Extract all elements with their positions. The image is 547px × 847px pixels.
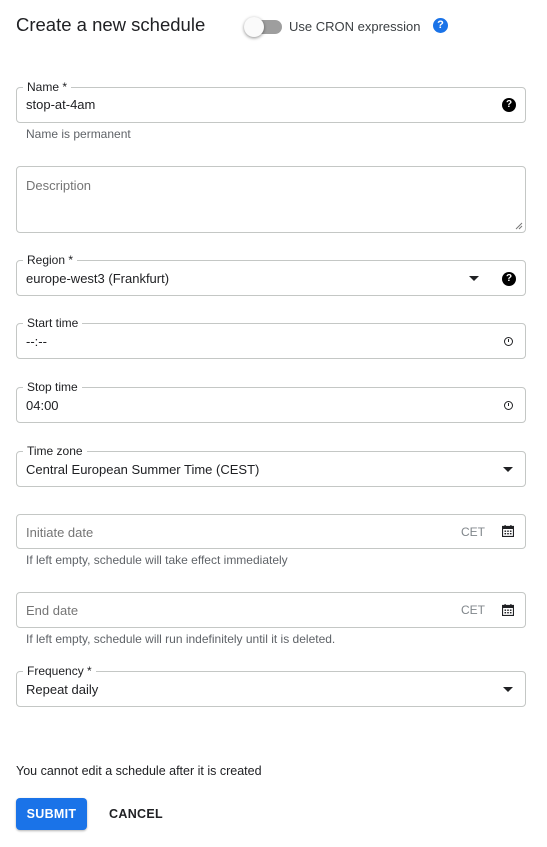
description-field[interactable]: Description	[16, 166, 526, 233]
name-help-icon[interactable]: ?	[502, 98, 516, 112]
region-label: Region *	[23, 252, 78, 268]
start-time-value: --:--	[26, 334, 47, 349]
time-zone-label: Time zone	[23, 443, 87, 459]
clock-icon[interactable]	[504, 401, 513, 410]
chevron-down-icon[interactable]	[469, 276, 479, 281]
stop-time-label: Stop time	[23, 379, 82, 395]
stop-time-field[interactable]: Stop time 04:00	[16, 379, 526, 423]
help-icon[interactable]: ?	[433, 18, 448, 33]
time-zone-select[interactable]: Time zone Central European Summer Time (…	[16, 443, 526, 487]
page-title: Create a new schedule	[16, 14, 206, 35]
initiate-date-timezone-suffix: CET	[461, 525, 485, 539]
toggle-knob	[244, 17, 264, 37]
start-time-label: Start time	[23, 315, 83, 331]
edit-warning-note: You cannot edit a schedule after it is c…	[16, 764, 262, 778]
name-value: stop-at-4am	[26, 97, 96, 112]
cron-toggle[interactable]	[244, 17, 282, 37]
cancel-button[interactable]: CANCEL	[100, 798, 172, 830]
start-time-field[interactable]: Start time --:--	[16, 315, 526, 359]
clock-icon[interactable]	[504, 337, 513, 346]
initiate-date-placeholder: Initiate date	[26, 525, 94, 540]
region-value: europe-west3 (Frankfurt)	[26, 271, 170, 286]
time-zone-value: Central European Summer Time (CEST)	[26, 462, 260, 477]
end-date-timezone-suffix: CET	[461, 603, 485, 617]
name-hint: Name is permanent	[26, 127, 131, 141]
stop-time-value: 04:00	[26, 398, 59, 413]
end-date-field[interactable]: End date CET	[16, 592, 526, 628]
initiate-date-field[interactable]: Initiate date CET	[16, 514, 526, 549]
chevron-down-icon[interactable]	[503, 467, 513, 472]
frequency-value: Repeat daily	[26, 682, 99, 697]
name-field[interactable]: Name * stop-at-4am ?	[16, 79, 526, 123]
frequency-label: Frequency *	[23, 663, 96, 679]
calendar-icon[interactable]	[502, 525, 514, 537]
submit-button[interactable]: SUBMIT	[16, 798, 87, 830]
frequency-select[interactable]: Frequency * Repeat daily	[16, 663, 526, 707]
region-select[interactable]: Region * europe-west3 (Frankfurt) ?	[16, 252, 526, 296]
calendar-icon[interactable]	[502, 604, 514, 616]
description-placeholder: Description	[26, 178, 92, 193]
resize-handle-icon[interactable]	[515, 222, 523, 230]
end-date-placeholder: End date	[26, 603, 79, 618]
cron-toggle-label: Use CRON expression	[289, 19, 421, 34]
name-label: Name *	[23, 79, 72, 95]
end-date-hint: If left empty, schedule will run indefin…	[26, 632, 336, 646]
initiate-date-hint: If left empty, schedule will take effect…	[26, 553, 288, 567]
region-help-icon[interactable]: ?	[502, 272, 516, 286]
chevron-down-icon[interactable]	[503, 687, 513, 692]
